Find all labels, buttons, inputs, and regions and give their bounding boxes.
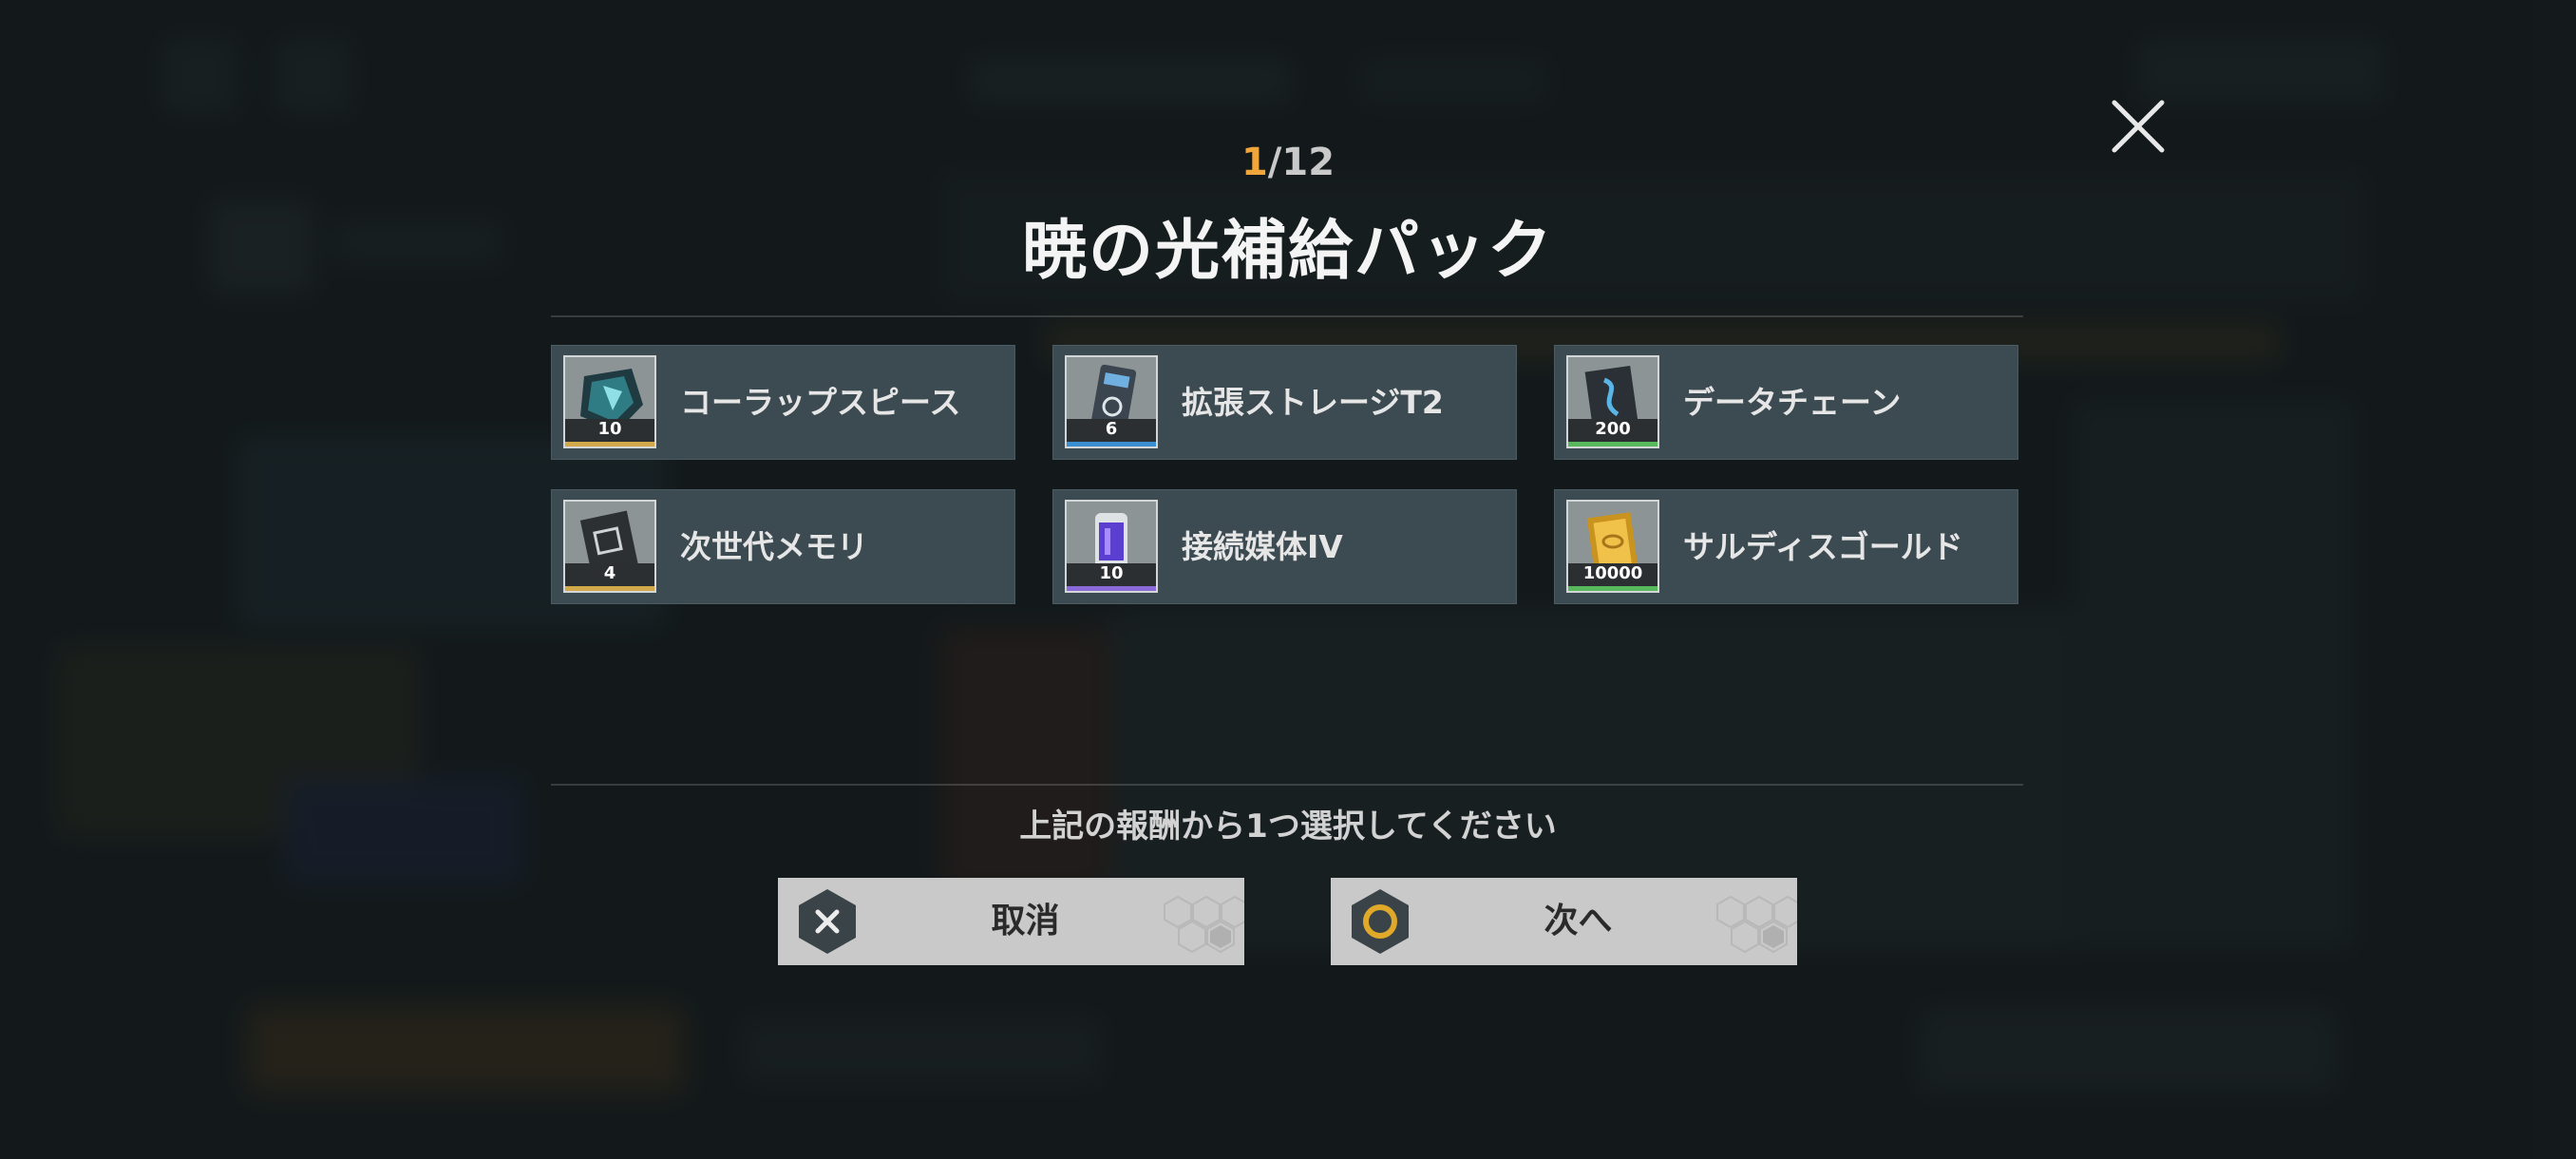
item-name: データチェーン xyxy=(1683,384,1902,421)
reward-item[interactable]: 10 コーラップスピース xyxy=(551,345,1015,460)
collapse-piece-icon: 10 xyxy=(563,355,656,448)
next-gen-memory-icon: 4 xyxy=(563,500,656,593)
connection-medium-icon: 10 xyxy=(1065,500,1158,593)
top-divider xyxy=(551,315,2023,317)
cancel-button[interactable]: 取消 xyxy=(778,878,1244,965)
page-counter: 1/12 xyxy=(0,141,2576,184)
reward-item[interactable]: 10 接続媒体IV xyxy=(1052,489,1517,604)
counter-current: 1 xyxy=(1241,141,1268,184)
counter-total: /12 xyxy=(1267,141,1335,184)
item-name: 拡張ストレージT2 xyxy=(1182,384,1444,421)
item-quantity: 10000 xyxy=(1568,563,1657,591)
dialog-title: 暁の光補給パック xyxy=(1021,214,1554,289)
reward-selection-dialog: 1/12 暁の光補給パック 10 コーラップスピース 6 拡張ストレージT2 2… xyxy=(0,0,2576,1159)
reward-item[interactable]: 4 次世代メモリ xyxy=(551,489,1015,604)
reward-item[interactable]: 6 拡張ストレージT2 xyxy=(1052,345,1517,460)
sardis-gold-icon: 10000 xyxy=(1566,500,1659,593)
bottom-divider xyxy=(551,784,2023,786)
next-button[interactable]: 次へ xyxy=(1331,878,1797,965)
reward-item[interactable]: 10000 サルディスゴールド xyxy=(1554,489,2018,604)
item-name: 次世代メモリ xyxy=(680,528,868,565)
item-name: コーラップスピース xyxy=(680,384,961,421)
expansion-storage-icon: 6 xyxy=(1065,355,1158,448)
item-name: 接続媒体IV xyxy=(1182,528,1343,565)
instruction-text: 上記の報酬から1つ選択してください xyxy=(1019,808,1557,846)
item-quantity: 10 xyxy=(1067,563,1156,591)
item-quantity: 10 xyxy=(565,419,654,446)
reward-grid: 10 コーラップスピース 6 拡張ストレージT2 200 データチェーン 4 次… xyxy=(551,345,2023,605)
reward-item[interactable]: 200 データチェーン xyxy=(1554,345,2018,460)
cancel-button-label: 取消 xyxy=(991,902,1060,940)
data-chain-icon: 200 xyxy=(1566,355,1659,448)
item-quantity: 200 xyxy=(1568,419,1657,446)
item-quantity: 4 xyxy=(565,563,654,591)
item-quantity: 6 xyxy=(1067,419,1156,446)
next-button-label: 次へ xyxy=(1544,902,1613,940)
item-name: サルディスゴールド xyxy=(1683,528,1963,565)
